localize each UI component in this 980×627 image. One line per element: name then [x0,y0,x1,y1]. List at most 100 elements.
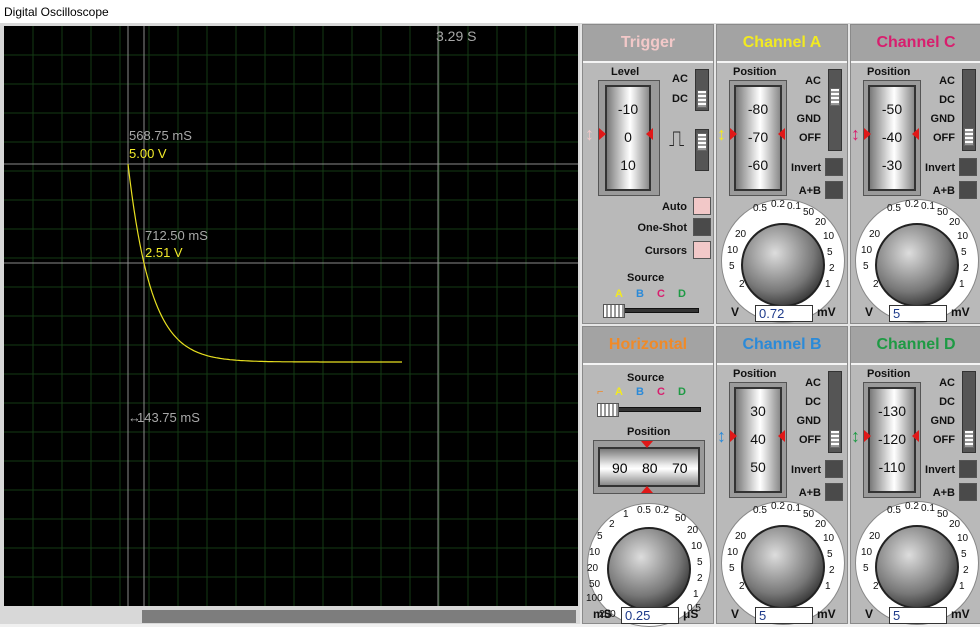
channel-b-position-tick: 30 [750,403,766,419]
channel-d-aplusb-button[interactable] [959,483,977,501]
trigger-level-drum[interactable]: -10 0 10 [605,85,651,191]
trigger-auto-button[interactable] [693,197,711,215]
horizontal-source-b[interactable]: B [636,386,644,398]
channel-c-coupling-off[interactable]: OFF [917,132,955,144]
channel-c-coupling-gnd[interactable]: GND [917,113,955,125]
channel-b-position-marker-icon [730,430,737,442]
horizontal-position-drum[interactable]: 90 80 70 [598,447,700,487]
channel-b-dial-tick: 0.5 [753,505,767,516]
channel-b-coupling-ac[interactable]: AC [783,377,821,389]
trigger-coupling-switch[interactable] [695,69,709,111]
horizontal-position-label: Position [627,426,671,438]
horizontal-title: Horizontal [583,327,713,365]
channel-b-unit-right: mV [817,607,836,621]
horizontal-source-a[interactable]: A [615,386,623,398]
channel-a-volts-knob[interactable] [741,223,825,307]
channel-b-unit-left: V [731,607,740,621]
channel-c-aplusb-button[interactable] [959,181,977,199]
horizontal-dial-tick: 1 [693,589,699,600]
channel-c-position-tick: -50 [881,101,903,117]
horizontal-source-label: Source [627,372,665,384]
channel-a-aplusb-button[interactable] [825,181,843,199]
channel-a-dial-tick: 5 [827,247,833,258]
horizontal-dial-tick: 2 [609,519,615,530]
horizontal-value-box[interactable]: 0.25 [621,607,679,624]
channel-c-value-box[interactable]: 5 [889,305,947,322]
channel-d-dial-tick: 50 [937,509,949,520]
channel-a-invert-button[interactable] [825,158,843,176]
channel-d-dial-tick: 0.1 [921,503,935,514]
channel-d-updown-icon: ↕ [851,426,860,446]
channel-a-position-drum[interactable]: -80 -70 -60 [734,85,782,191]
trigger-level-tick: 10 [620,157,636,173]
horizontal-source-c[interactable]: C [657,386,665,398]
channel-a-dial-tick: 20 [735,229,747,240]
channel-d-coupling-switch[interactable] [962,371,976,453]
scope-screen[interactable]: 3.29 S 568.75 mS 5.00 V 712.50 mS 2.51 V… [0,24,580,624]
channel-b-value-box[interactable]: 5 [755,607,813,624]
trigger-edge-switch[interactable] [695,129,709,171]
trigger-source-thumb[interactable] [603,304,625,318]
channel-c-coupling-ac[interactable]: AC [917,75,955,87]
channel-b-dial-tick: 5 [827,549,833,560]
channel-a-coupling-ac[interactable]: AC [783,75,821,87]
horizontal-dial-tick: 50 [675,513,687,524]
channel-a-value-box[interactable]: 0.72 [755,305,813,322]
channel-d-volts-knob[interactable] [875,525,959,609]
horizontal-source-d[interactable]: D [678,386,686,398]
channel-d-coupling-off[interactable]: OFF [917,434,955,446]
channel-d-position-drum[interactable]: -130 -120 -110 [868,387,916,493]
channel-a-coupling-off[interactable]: OFF [783,132,821,144]
horizontal-source-thumb[interactable] [597,403,619,417]
horizontal-dial-tick: 2 [697,573,703,584]
channel-d-dial-tick: 0.2 [905,501,919,512]
channel-c-coupling-dc[interactable]: DC [917,94,955,106]
trigger-oneshot-button[interactable] [693,218,711,236]
channel-b-dial-tick: 10 [727,547,739,558]
trigger-cursors-label: Cursors [644,245,687,257]
channel-c-position-drum[interactable]: -50 -40 -30 [868,85,916,191]
channel-a-coupling-switch[interactable] [828,69,842,151]
trigger-source-c[interactable]: C [657,288,665,300]
channel-a-dial-tick: 10 [727,245,739,256]
channel-a-dial-tick: 0.1 [787,201,801,212]
horizontal-timebase-knob[interactable] [607,527,691,611]
cursor-2-time[interactable]: 712.50 mS [145,228,208,243]
channel-a-coupling-dc[interactable]: DC [783,94,821,106]
channel-b-volts-knob[interactable] [741,525,825,609]
channel-b-dial-tick: 2 [739,581,745,592]
channel-d-value-box[interactable]: 5 [889,607,947,624]
channel-b-dial-tick: 0.2 [771,501,785,512]
channel-b-dial-tick: 20 [735,531,747,542]
trigger-source-d[interactable]: D [678,288,686,300]
channel-c-dial-tick: 20 [949,217,961,228]
channel-c-invert-button[interactable] [959,158,977,176]
channel-a-coupling-gnd[interactable]: GND [783,113,821,125]
channel-b-coupling-dc[interactable]: DC [783,396,821,408]
channel-b-invert-button[interactable] [825,460,843,478]
channel-b-position-drum[interactable]: 30 40 50 [734,387,782,493]
trigger-level-tick: 0 [624,129,632,145]
horizontal-scrollbar[interactable] [142,610,576,623]
channel-c-coupling-switch[interactable] [962,69,976,151]
channel-d-coupling-ac[interactable]: AC [917,377,955,389]
channel-a-dial-tick: 50 [803,207,815,218]
channel-c-position-tick: -40 [881,129,903,145]
channel-c-dial-tick: 10 [957,231,969,242]
trigger-source-a[interactable]: A [615,288,623,300]
channel-c-volts-knob[interactable] [875,223,959,307]
control-panel: Trigger Level -10 0 10 ↕ AC DC ⎍ Auto On… [580,24,980,627]
horizontal-position-tick: 90 [612,460,628,476]
channel-b-aplusb-button[interactable] [825,483,843,501]
trigger-cursors-button[interactable] [693,241,711,259]
channel-d-invert-button[interactable] [959,460,977,478]
channel-d-coupling-gnd[interactable]: GND [917,415,955,427]
channel-c-aplusb-label: A+B [932,185,955,197]
channel-b-coupling-gnd[interactable]: GND [783,415,821,427]
channel-b-coupling-switch[interactable] [828,371,842,453]
channel-d-dial-tick: 20 [949,519,961,530]
cursor-1-time[interactable]: 568.75 mS [129,128,192,143]
channel-d-coupling-dc[interactable]: DC [917,396,955,408]
channel-b-coupling-off[interactable]: OFF [783,434,821,446]
trigger-source-b[interactable]: B [636,288,644,300]
